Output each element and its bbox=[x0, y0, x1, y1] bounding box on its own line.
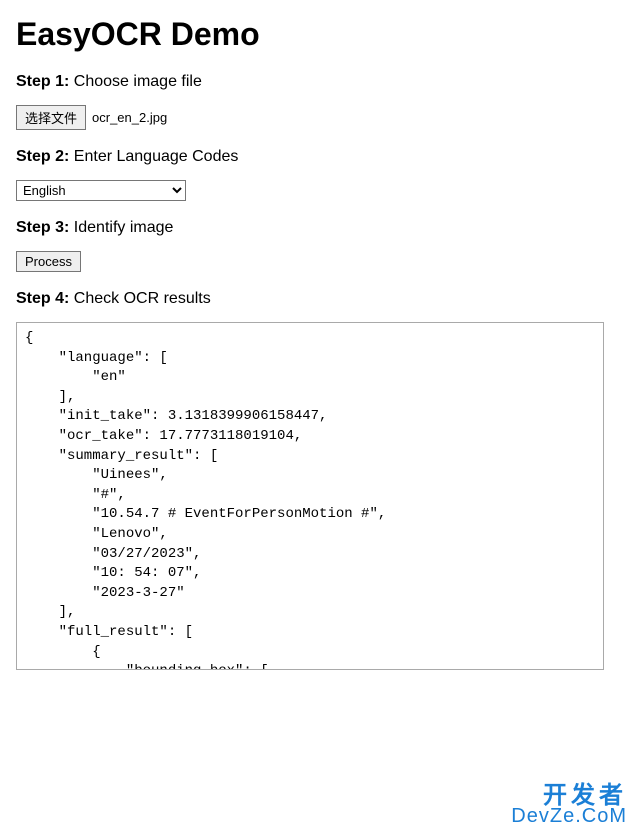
step1-prefix: Step 1: bbox=[16, 73, 69, 90]
step3-text: Identify image bbox=[74, 219, 174, 236]
step3-prefix: Step 3: bbox=[16, 219, 69, 236]
file-input-row: 选择文件 ocr_en_2.jpg bbox=[16, 105, 619, 130]
watermark-line2: DevZe.CoM bbox=[511, 806, 627, 826]
step2-text: Enter Language Codes bbox=[74, 148, 239, 165]
ocr-results-output[interactable]: { "language": [ "en" ], "init_take": 3.1… bbox=[16, 322, 604, 670]
step4-text: Check OCR results bbox=[74, 290, 211, 307]
step1-label: Step 1: Choose image file bbox=[16, 73, 619, 91]
language-select[interactable]: English bbox=[16, 180, 186, 201]
step2-prefix: Step 2: bbox=[16, 148, 69, 165]
step2-label: Step 2: Enter Language Codes bbox=[16, 148, 619, 166]
selected-filename: ocr_en_2.jpg bbox=[92, 110, 167, 125]
choose-file-button[interactable]: 选择文件 bbox=[16, 105, 86, 130]
process-button[interactable]: Process bbox=[16, 251, 81, 272]
step4-label: Step 4: Check OCR results bbox=[16, 290, 619, 308]
step3-label: Step 3: Identify image bbox=[16, 219, 619, 237]
step1-text: Choose image file bbox=[74, 73, 202, 90]
watermark: 开发者 DevZe.CoM bbox=[511, 784, 627, 826]
step4-prefix: Step 4: bbox=[16, 290, 69, 307]
page-title: EasyOCR Demo bbox=[16, 16, 619, 53]
